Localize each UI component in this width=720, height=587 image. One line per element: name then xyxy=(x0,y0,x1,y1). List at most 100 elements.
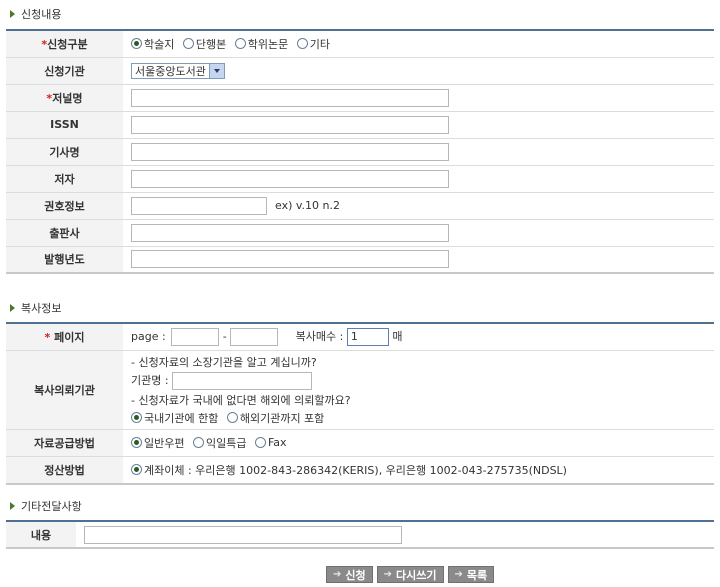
select-value: 서울중앙도서관 xyxy=(135,64,206,78)
value-apply-type: 학술지 단행본 학위논문 기타 xyxy=(123,29,714,58)
label-article: 기사명 xyxy=(6,138,123,166)
radio-option-other[interactable]: 기타 xyxy=(296,36,330,52)
arrow-right-icon: ➔ xyxy=(383,569,393,580)
journal-input[interactable] xyxy=(131,88,449,107)
section-title-other: 기타전달사항 xyxy=(10,498,82,514)
radio-option-fax[interactable]: Fax xyxy=(254,436,287,449)
reset-button[interactable]: ➔ 다시쓰기 xyxy=(376,566,444,583)
label-payment: 정산방법 xyxy=(6,456,123,485)
radio-option-thesis[interactable]: 학위논문 xyxy=(234,36,288,52)
row-issn: ISSN xyxy=(6,111,714,139)
label-text: 발행년도 xyxy=(44,253,85,267)
value-volume: ex) v.10 n.2 xyxy=(123,192,714,220)
radio-option-overseas[interactable]: 해외기관까지 포함 xyxy=(226,410,325,426)
radio-option-mail[interactable]: 일반우편 xyxy=(131,435,184,451)
org-name-input[interactable] xyxy=(172,371,313,390)
count-input[interactable]: 1 xyxy=(346,327,389,346)
radio-label: 기타 xyxy=(309,37,330,51)
label-text: 정산방법 xyxy=(44,463,85,477)
radio-label: 계좌이체 : 우리은행 1002-843-286342(KERIS), 우리은행… xyxy=(144,463,567,477)
label-text: 기사명 xyxy=(49,145,80,159)
label-pages: * 페이지 xyxy=(6,322,123,351)
scope-options: 국내기관에 한함 해외기관까지 포함 xyxy=(131,410,714,427)
label-text: 저널명 xyxy=(52,91,83,105)
org-select[interactable]: 서울중앙도서관 xyxy=(131,62,225,79)
chevron-down-icon[interactable] xyxy=(208,63,224,78)
label-apply-type: *신청구분 xyxy=(6,29,123,58)
radio-icon[interactable] xyxy=(131,464,142,475)
label-author: 저자 xyxy=(6,165,123,193)
question-holding-org: - 신청자료의 소장기관을 알고 계십니까? xyxy=(131,355,317,369)
value-payment: 계좌이체 : 우리은행 1002-843-286342(KERIS), 우리은행… xyxy=(123,456,714,485)
row-year: 발행년도 xyxy=(6,246,714,274)
section-title-apply: 신청내용 xyxy=(10,6,61,22)
button-row: ➔ 신청 ➔ 다시쓰기 ➔ 목록 xyxy=(326,566,495,583)
page-prefix: page : xyxy=(131,329,166,343)
triangle-bullet-icon xyxy=(10,502,15,510)
other-form-table: 내용 xyxy=(6,520,714,549)
label-issn: ISSN xyxy=(6,111,123,139)
apply-form-table: *신청구분 학술지 단행본 학위논문 기타 신청기관 서울중앙도서관 *저널명 … xyxy=(6,29,714,274)
value-supply: 일반우편 익일특급 Fax xyxy=(123,429,714,457)
article-input[interactable] xyxy=(131,142,449,161)
radio-icon[interactable] xyxy=(131,38,142,49)
radio-icon[interactable] xyxy=(131,437,142,449)
label-text: 출판사 xyxy=(49,226,80,240)
radio-option-domestic[interactable]: 국내기관에 한함 xyxy=(131,410,218,426)
button-label: 신청 xyxy=(345,568,366,582)
label-year: 발행년도 xyxy=(6,246,123,274)
value-apply-org: 서울중앙도서관 xyxy=(123,57,714,85)
volume-input[interactable] xyxy=(131,196,267,215)
label-content: 내용 xyxy=(6,520,76,549)
row-author: 저자 xyxy=(6,165,714,193)
page-dash: - xyxy=(222,329,227,343)
section-title-text: 복사정보 xyxy=(21,302,62,315)
radio-option-transfer[interactable]: 계좌이체 : 우리은행 1002-843-286342(KERIS), 우리은행… xyxy=(131,462,567,478)
radio-label: 해외기관까지 포함 xyxy=(239,411,325,425)
label-text: 신청구분 xyxy=(47,37,88,51)
button-label: 다시쓰기 xyxy=(396,568,437,582)
label-volume: 권호정보 xyxy=(6,192,123,220)
section-title-text: 기타전달사항 xyxy=(21,500,82,513)
section-title-copy: 복사정보 xyxy=(10,300,61,316)
row-article: 기사명 xyxy=(6,138,714,166)
radio-icon[interactable] xyxy=(254,437,266,449)
radio-label: 단행본 xyxy=(195,37,227,51)
list-button[interactable]: ➔ 목록 xyxy=(447,566,495,583)
label-publisher: 출판사 xyxy=(6,219,123,247)
label-supply: 자료공급방법 xyxy=(6,429,123,457)
radio-label: 국내기관에 한함 xyxy=(144,411,219,425)
radio-label: 학술지 xyxy=(144,37,175,51)
author-input[interactable] xyxy=(131,169,449,188)
value-publisher xyxy=(123,219,714,247)
label-apply-org: 신청기관 xyxy=(6,57,123,85)
radio-icon[interactable] xyxy=(192,437,204,449)
page-end-input[interactable] xyxy=(230,327,279,346)
label-text: 자료공급방법 xyxy=(34,437,95,450)
row-supply: 자료공급방법 일반우편 익일특급 Fax xyxy=(6,429,714,457)
triangle-bullet-icon xyxy=(10,304,15,312)
page-start-input[interactable] xyxy=(171,327,220,346)
value-request-org: - 신청자료의 소장기관을 알고 계십니까? 기관명 : - 신청자료가 국내에… xyxy=(123,350,714,430)
radio-icon[interactable] xyxy=(226,412,238,423)
year-input[interactable] xyxy=(131,250,449,269)
radio-label: 일반우편 xyxy=(144,436,185,450)
radio-icon[interactable] xyxy=(182,38,194,49)
radio-option-book[interactable]: 단행본 xyxy=(182,36,227,52)
radio-option-express[interactable]: 익일특급 xyxy=(192,435,246,451)
value-content xyxy=(76,520,714,549)
content-input[interactable] xyxy=(84,525,402,544)
row-pages: * 페이지 page : - 복사매수 : 1 매 xyxy=(6,322,714,351)
org-name-row: 기관명 : xyxy=(131,371,714,390)
org-name-label: 기관명 : xyxy=(131,373,169,387)
radio-option-journal[interactable]: 학술지 xyxy=(131,36,174,52)
count-unit: 매 xyxy=(392,329,403,343)
issn-input[interactable] xyxy=(131,115,449,134)
apply-button[interactable]: ➔ 신청 xyxy=(326,566,373,583)
label-text: 복사의뢰기관 xyxy=(34,383,95,397)
publisher-input[interactable] xyxy=(131,223,449,242)
radio-icon[interactable] xyxy=(296,38,308,49)
section-title-text: 신청내용 xyxy=(21,8,62,21)
radio-icon[interactable] xyxy=(234,38,246,49)
radio-icon[interactable] xyxy=(131,412,142,423)
